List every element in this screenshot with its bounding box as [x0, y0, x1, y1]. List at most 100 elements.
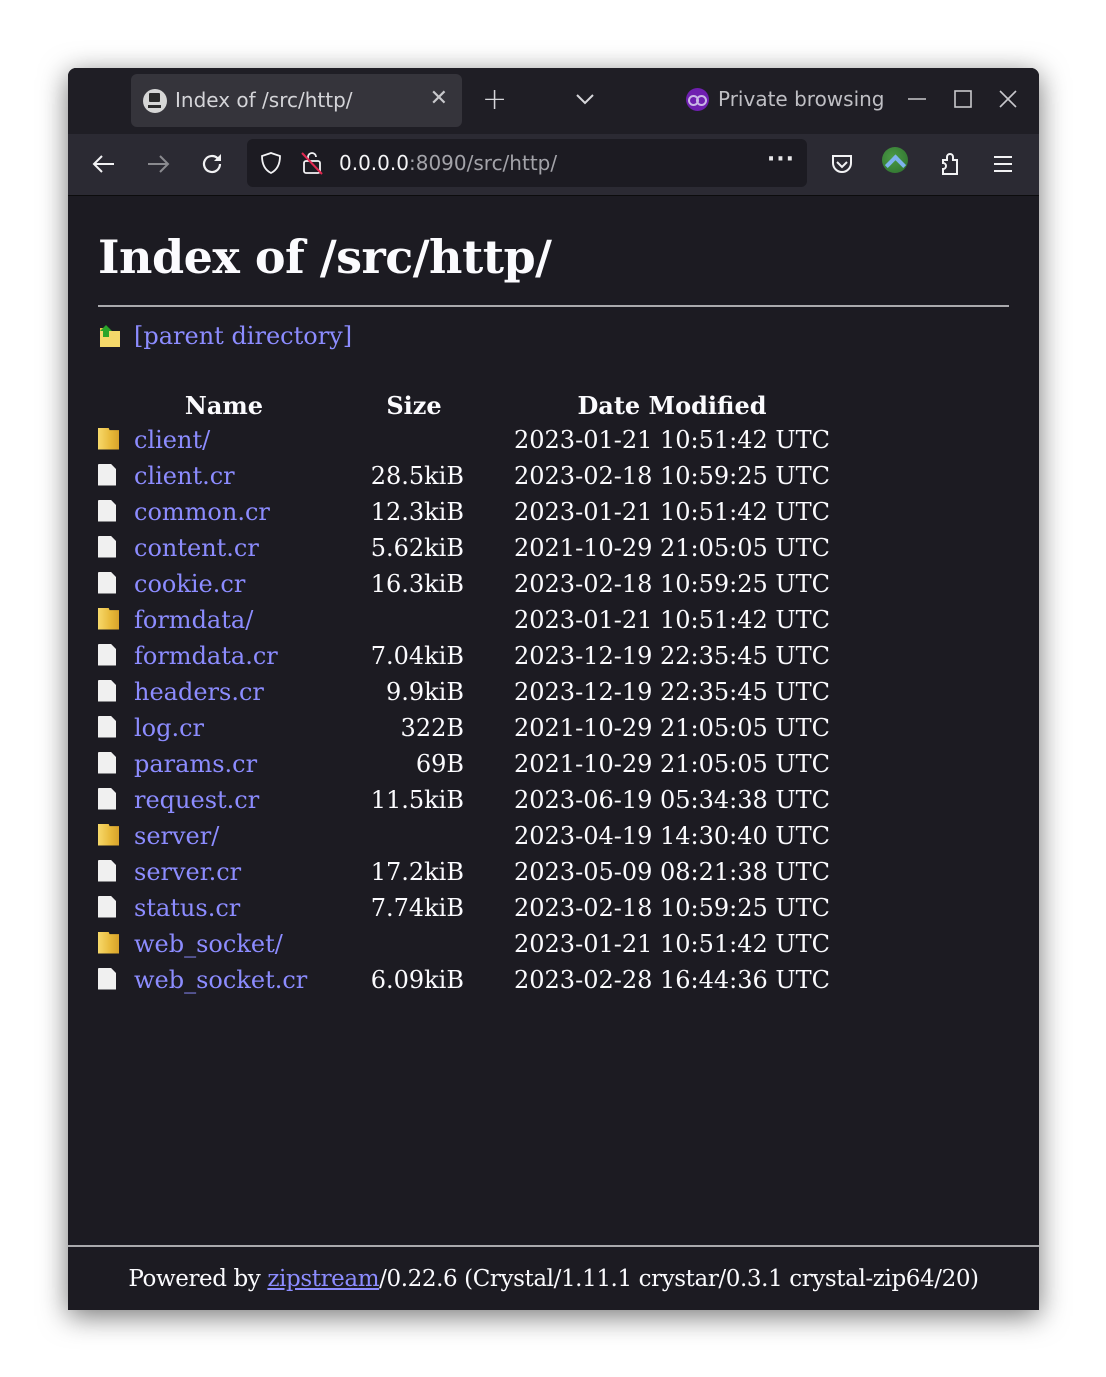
size-cell	[314, 422, 514, 458]
name-cell: client.cr	[134, 458, 314, 494]
minimize-icon[interactable]	[904, 86, 930, 112]
tab-active[interactable]: Index of /src/http/ ✕	[131, 74, 462, 127]
name-cell: web_socket/	[134, 926, 314, 962]
date-cell: 2021-10-29 21:05:05 UTC	[514, 534, 831, 562]
column-header-size: Size	[386, 390, 442, 420]
name-cell: server.cr	[134, 854, 314, 890]
file-link[interactable]: status.cr	[134, 894, 240, 922]
size-cell	[314, 926, 514, 962]
icon-cell	[98, 782, 134, 818]
table-row: request.cr 11.5kiB 2023-06-19 05:34:38 UTC	[98, 782, 830, 818]
file-link[interactable]: formdata.cr	[134, 642, 278, 670]
window-close-icon[interactable]	[995, 86, 1021, 112]
reload-icon[interactable]	[198, 150, 226, 178]
file-link[interactable]: log.cr	[134, 714, 204, 742]
date-cell: 2023-02-18 10:59:25 UTC	[514, 894, 831, 922]
close-tab-icon[interactable]: ✕	[430, 86, 448, 112]
pocket-icon[interactable]	[828, 150, 856, 178]
table-row: web_socket/2023-01-21 10:51:42 UTC	[98, 926, 830, 962]
server-favicon-icon	[143, 89, 167, 113]
name-cell: headers.cr	[134, 674, 314, 710]
private-mask-icon	[686, 87, 709, 111]
file-icon	[98, 895, 116, 918]
table-row: formdata/2023-01-21 10:51:42 UTC	[98, 602, 830, 638]
size-cell: 17.2kiB	[370, 858, 464, 886]
hamburger-menu-icon[interactable]	[989, 150, 1017, 178]
table-row: client.cr 28.5kiB 2023-02-18 10:59:25 UTC	[98, 458, 830, 494]
name-cell: log.cr	[134, 710, 314, 746]
icon-cell	[98, 962, 134, 998]
folder-link[interactable]: server/	[134, 822, 219, 850]
url-text[interactable]: 0.0.0.0:8090/src/http/	[339, 151, 557, 175]
name-cell: server/	[134, 818, 314, 854]
icon-cell	[98, 602, 134, 638]
icon-cell	[98, 422, 134, 458]
footer-version: /0.22.6 (Crystal/1.11.1 crystar/0.3.1 cr…	[379, 1266, 979, 1292]
date-cell: 2023-01-21 10:51:42 UTC	[514, 498, 831, 526]
date-cell: 2021-10-29 21:05:05 UTC	[514, 714, 831, 742]
url-bar[interactable]: 0.0.0.0:8090/src/http/ ···	[247, 139, 807, 187]
file-icon	[98, 715, 116, 738]
column-header-name: Name	[184, 390, 264, 420]
name-cell: formdata/	[134, 602, 314, 638]
file-icon	[98, 967, 116, 990]
file-link[interactable]: server.cr	[134, 858, 241, 886]
page-content: Index of /src/http/ [parent directory] N…	[68, 196, 1039, 1246]
file-link[interactable]: cookie.cr	[134, 570, 245, 598]
file-link[interactable]: common.cr	[134, 498, 270, 526]
file-icon	[98, 787, 116, 810]
folder-up-icon	[100, 325, 120, 347]
size-cell	[314, 818, 514, 854]
icon-cell	[98, 494, 134, 530]
date-cell: 2023-06-19 05:34:38 UTC	[514, 786, 831, 814]
maximize-icon[interactable]	[950, 86, 976, 112]
icon-cell	[98, 818, 134, 854]
icon-cell	[98, 566, 134, 602]
title-divider	[98, 305, 1009, 307]
icon-cell	[98, 926, 134, 962]
file-icon	[98, 751, 116, 774]
date-cell: 2023-02-28 16:44:36 UTC	[514, 966, 831, 994]
table-row: status.cr 7.74kiB 2023-02-18 10:59:25 UTC	[98, 890, 830, 926]
folder-icon	[98, 931, 119, 954]
name-cell: content.cr	[134, 530, 314, 566]
table-row: server/2023-04-19 14:30:40 UTC	[98, 818, 830, 854]
tab-title: Index of /src/http/	[175, 88, 353, 112]
footer-prefix: Powered by	[128, 1266, 268, 1292]
file-link[interactable]: headers.cr	[134, 678, 264, 706]
page-actions-more-icon[interactable]: ···	[767, 147, 795, 172]
date-cell: 2021-10-29 21:05:05 UTC	[514, 750, 831, 778]
table-row: formdata.cr 7.04kiB 2023-12-19 22:35:45 UT…	[98, 638, 830, 674]
chevron-down-icon[interactable]	[574, 88, 596, 110]
table-row: web_socket.cr 6.09kiB 2023-02-28 16:44:36 …	[98, 962, 830, 998]
date-cell: 2023-12-19 22:35:45 UTC	[514, 642, 831, 670]
page-footer: Powered by zipstream/0.22.6 (Crystal/1.1…	[68, 1245, 1039, 1310]
new-tab-button[interactable]: +	[482, 84, 507, 116]
folder-icon	[98, 607, 119, 630]
file-link[interactable]: request.cr	[134, 786, 259, 814]
folder-link[interactable]: formdata/	[134, 606, 253, 634]
size-cell	[314, 602, 514, 638]
arrow-right-icon[interactable]	[144, 150, 172, 178]
folder-link[interactable]: web_socket/	[134, 930, 283, 958]
file-listing-table: Name Size Date Modified client/2023-01-2…	[98, 388, 830, 998]
parent-directory-link[interactable]: [parent directory]	[134, 322, 352, 350]
url-host: 0.0.0.0	[339, 151, 409, 175]
file-link[interactable]: content.cr	[134, 534, 259, 562]
file-icon	[98, 499, 116, 522]
file-link[interactable]: client.cr	[134, 462, 235, 490]
tracking-protection-shield-icon[interactable]	[259, 151, 283, 175]
insecure-lock-icon[interactable]	[300, 150, 324, 176]
account-avatar[interactable]	[882, 147, 908, 173]
zipstream-link[interactable]: zipstream	[267, 1266, 379, 1292]
file-link[interactable]: web_socket.cr	[134, 966, 307, 994]
arrow-left-icon[interactable]	[90, 150, 118, 178]
size-cell: 6.09kiB	[370, 966, 464, 994]
file-icon	[98, 571, 116, 594]
table-row: cookie.cr 16.3kiB 2023-02-18 10:59:25 UTC	[98, 566, 830, 602]
file-link[interactable]: params.cr	[134, 750, 257, 778]
extensions-puzzle-icon[interactable]	[936, 150, 964, 178]
folder-link[interactable]: client/	[134, 426, 210, 454]
navigation-toolbar: 0.0.0.0:8090/src/http/ ···	[68, 134, 1039, 196]
name-cell: client/	[134, 422, 314, 458]
